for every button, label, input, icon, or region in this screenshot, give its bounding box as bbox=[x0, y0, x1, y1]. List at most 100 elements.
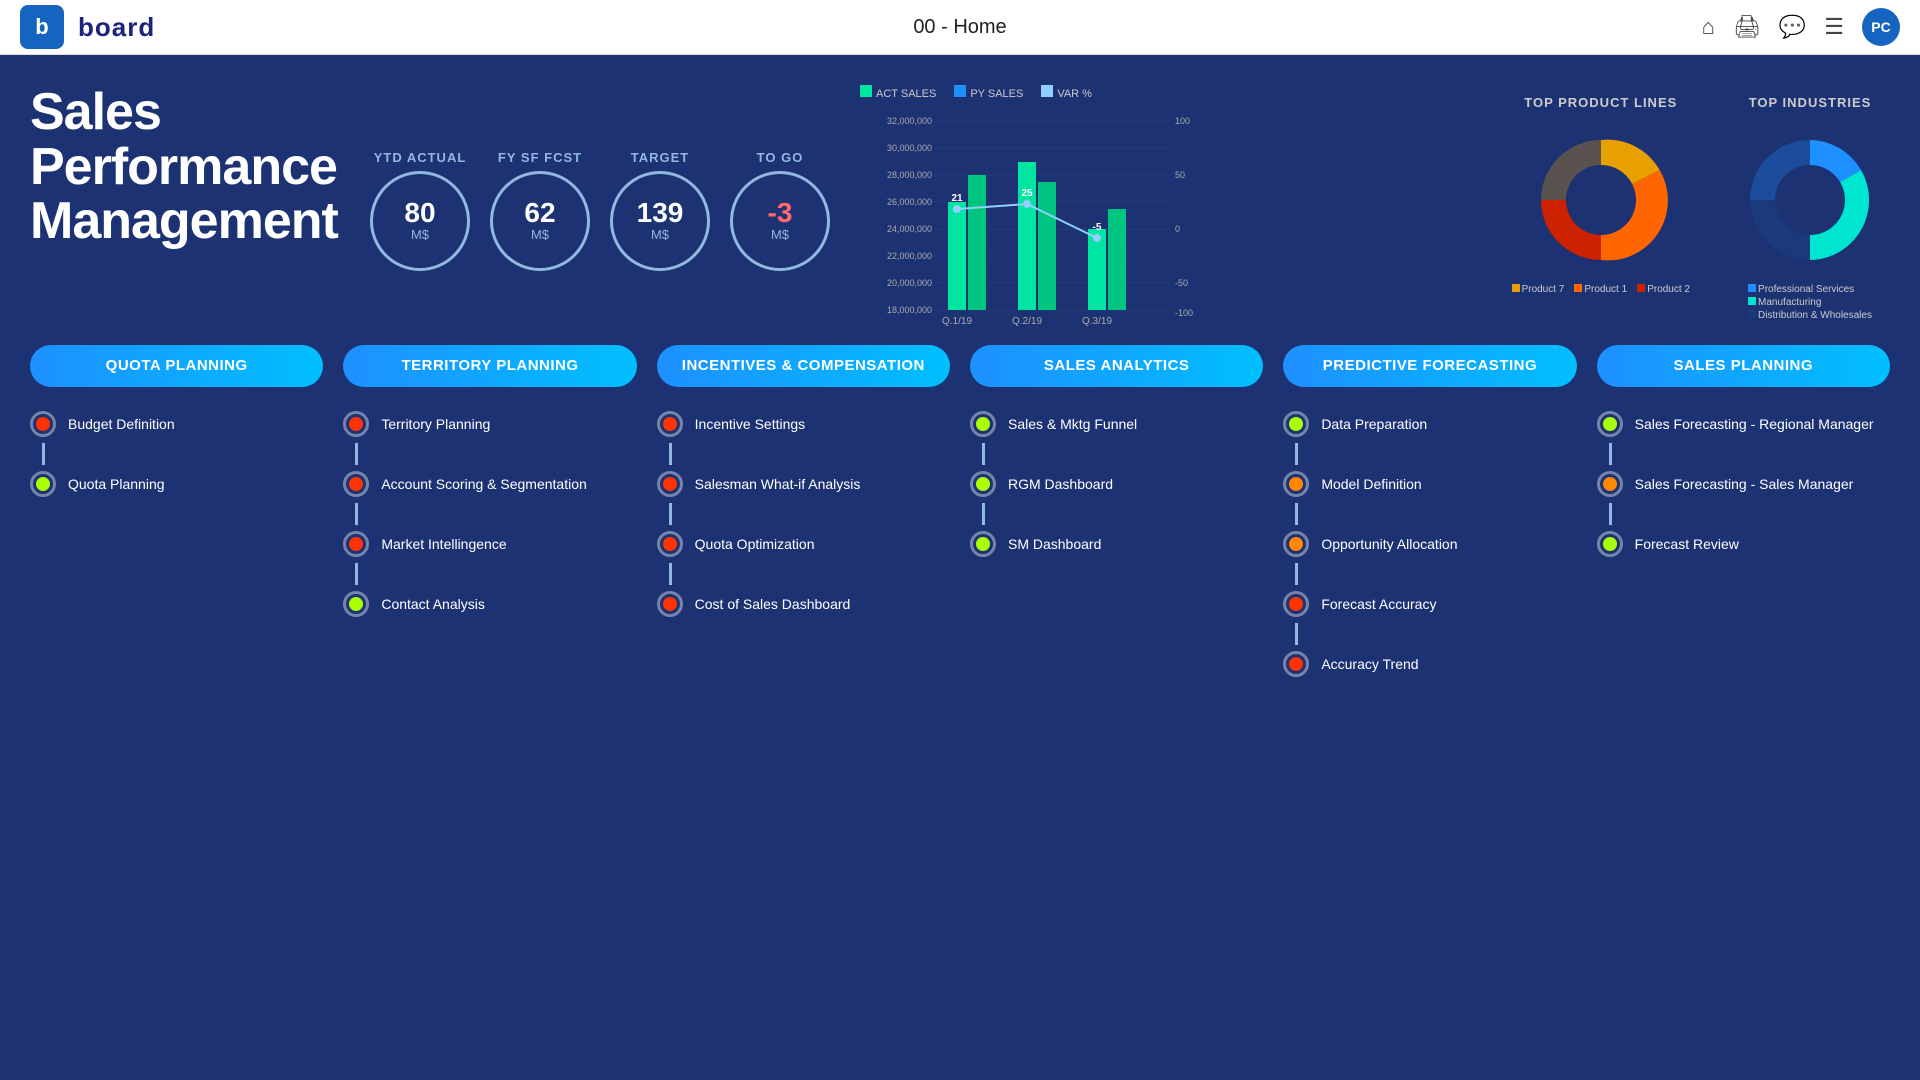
kpi-val-1: 62 bbox=[524, 199, 555, 227]
cat-item-1-2[interactable]: Market Intellingence bbox=[343, 525, 636, 563]
connector-1-2 bbox=[355, 503, 358, 525]
cat-dot-1-3 bbox=[343, 591, 369, 617]
categories: QUOTA PLANNING Budget Definition Quota Pla… bbox=[0, 345, 1920, 1080]
cat-dot-3-1 bbox=[970, 471, 996, 497]
cat-item-1-1[interactable]: Account Scoring & Segmentation bbox=[343, 465, 636, 503]
cat-item-5-2[interactable]: Forecast Review bbox=[1597, 525, 1890, 563]
category-col-1: TERRITORY PLANNING Territory Planning Acco… bbox=[333, 345, 646, 1080]
print-icon[interactable]: 🖨 bbox=[1733, 14, 1761, 40]
industries-title: TOP INDUSTRIES bbox=[1749, 95, 1872, 110]
connector-4-1 bbox=[1295, 443, 1298, 465]
cat-item-0-0[interactable]: Budget Definition bbox=[30, 405, 323, 443]
kpi-unit-1: M$ bbox=[531, 227, 549, 242]
category-items-1: Territory Planning Account Scoring & Segm… bbox=[343, 405, 636, 623]
main-content: Sales Performance Management YTD ACTUAL8… bbox=[0, 55, 1920, 1080]
connector-0-1 bbox=[42, 443, 45, 465]
menu-icon[interactable]: ☰ bbox=[1824, 14, 1844, 40]
legend-var: VAR % bbox=[1041, 85, 1092, 100]
category-items-2: Incentive Settings Salesman What-if Analy… bbox=[657, 405, 950, 623]
avatar[interactable]: PC bbox=[1862, 8, 1900, 46]
svg-text:25: 25 bbox=[1021, 188, 1033, 199]
svg-text:-5: -5 bbox=[1093, 222, 1102, 233]
cat-dot-4-1 bbox=[1283, 471, 1309, 497]
svg-text:22,000,000: 22,000,000 bbox=[887, 251, 932, 261]
kpi-val-2: 139 bbox=[637, 199, 684, 227]
chat-icon[interactable]: 💬 bbox=[1779, 14, 1806, 40]
cat-item-5-0[interactable]: Sales Forecasting - Regional Manager bbox=[1597, 405, 1890, 443]
kpi-1: FY SF FCST62M$ bbox=[490, 150, 590, 271]
svg-text:100: 100 bbox=[1175, 116, 1190, 126]
legend-act: ACT SALES bbox=[860, 85, 936, 100]
page-title: 00 - Home bbox=[913, 16, 1006, 39]
cat-label-2-3: Cost of Sales Dashboard bbox=[695, 596, 851, 612]
connector-5-1 bbox=[1609, 443, 1612, 465]
connector-1-1 bbox=[355, 443, 358, 465]
svg-text:30,000,000: 30,000,000 bbox=[887, 143, 932, 153]
kpi-label-2: TARGET bbox=[631, 150, 689, 165]
cat-dot-0-0 bbox=[30, 411, 56, 437]
cat-dot-4-2 bbox=[1283, 531, 1309, 557]
cat-item-3-1[interactable]: RGM Dashboard bbox=[970, 465, 1263, 503]
cat-label-4-2: Opportunity Allocation bbox=[1321, 536, 1457, 552]
svg-text:32,000,000: 32,000,000 bbox=[887, 116, 932, 126]
category-header-0[interactable]: QUOTA PLANNING bbox=[30, 345, 323, 387]
category-items-5: Sales Forecasting - Regional Manager Sale… bbox=[1597, 405, 1890, 563]
cat-dot-1-1 bbox=[343, 471, 369, 497]
main-title: Sales Performance Management bbox=[30, 85, 340, 335]
cat-item-4-2[interactable]: Opportunity Allocation bbox=[1283, 525, 1576, 563]
cat-dot-1-2 bbox=[343, 531, 369, 557]
category-header-5[interactable]: SALES PLANNING bbox=[1597, 345, 1890, 387]
cat-item-4-4[interactable]: Accuracy Trend bbox=[1283, 645, 1576, 683]
top-section: Sales Performance Management YTD ACTUAL8… bbox=[0, 55, 1920, 345]
donut-block: TOP PRODUCT LINES bbox=[1512, 85, 1890, 335]
svg-text:18,000,000: 18,000,000 bbox=[887, 305, 932, 315]
cat-label-5-2: Forecast Review bbox=[1635, 536, 1739, 552]
cat-item-2-1[interactable]: Salesman What-if Analysis bbox=[657, 465, 950, 503]
bar-chart: 32,000,000 30,000,000 28,000,000 26,000,… bbox=[860, 106, 1180, 326]
cat-item-2-2[interactable]: Quota Optimization bbox=[657, 525, 950, 563]
cat-item-2-3[interactable]: Cost of Sales Dashboard bbox=[657, 585, 950, 623]
product-lines-section: TOP PRODUCT LINES bbox=[1512, 95, 1690, 295]
connector-3-1 bbox=[982, 443, 985, 465]
cat-item-0-1[interactable]: Quota Planning bbox=[30, 465, 323, 503]
category-col-3: SALES ANALYTICS Sales & Mktg Funnel RGM Da… bbox=[960, 345, 1273, 1080]
cat-label-2-1: Salesman What-if Analysis bbox=[695, 476, 861, 492]
category-header-2[interactable]: INCENTIVES & COMPENSATION bbox=[657, 345, 950, 387]
cat-item-3-0[interactable]: Sales & Mktg Funnel bbox=[970, 405, 1263, 443]
kpi-circle-2: 139M$ bbox=[610, 171, 710, 271]
cat-label-3-0: Sales & Mktg Funnel bbox=[1008, 416, 1137, 432]
donut-hole2 bbox=[1775, 165, 1845, 235]
kpi-unit-3: M$ bbox=[771, 227, 789, 242]
cat-label-4-4: Accuracy Trend bbox=[1321, 656, 1418, 672]
cat-item-4-0[interactable]: Data Preparation bbox=[1283, 405, 1576, 443]
cat-item-1-3[interactable]: Contact Analysis bbox=[343, 585, 636, 623]
q2-act-bar bbox=[1018, 162, 1036, 310]
connector-2-3 bbox=[669, 563, 672, 585]
kpi-circle-0: 80M$ bbox=[370, 171, 470, 271]
q2-py-bar bbox=[1038, 182, 1056, 310]
cat-item-2-0[interactable]: Incentive Settings bbox=[657, 405, 950, 443]
cat-item-3-2[interactable]: SM Dashboard bbox=[970, 525, 1263, 563]
home-icon[interactable]: ⌂ bbox=[1702, 14, 1715, 40]
cat-dot-0-1 bbox=[30, 471, 56, 497]
cat-dot-2-3 bbox=[657, 591, 683, 617]
cat-label-4-1: Model Definition bbox=[1321, 476, 1421, 492]
kpi-label-3: TO GO bbox=[757, 150, 804, 165]
cat-item-5-1[interactable]: Sales Forecasting - Sales Manager bbox=[1597, 465, 1890, 503]
svg-text:Q.2/19: Q.2/19 bbox=[1012, 316, 1042, 327]
category-header-1[interactable]: TERRITORY PLANNING bbox=[343, 345, 636, 387]
cat-dot-5-0 bbox=[1597, 411, 1623, 437]
category-header-4[interactable]: PREDICTIVE FORECASTING bbox=[1283, 345, 1576, 387]
cat-item-4-3[interactable]: Forecast Accuracy bbox=[1283, 585, 1576, 623]
category-col-0: QUOTA PLANNING Budget Definition Quota Pla… bbox=[20, 345, 333, 1080]
kpi-block: YTD ACTUAL80M$FY SF FCST62M$TARGET139M$T… bbox=[370, 85, 830, 335]
cat-item-1-0[interactable]: Territory Planning bbox=[343, 405, 636, 443]
logo-b-icon: b bbox=[20, 5, 64, 49]
cat-item-4-1[interactable]: Model Definition bbox=[1283, 465, 1576, 503]
kpi-val-0: 80 bbox=[404, 199, 435, 227]
category-header-3[interactable]: SALES ANALYTICS bbox=[970, 345, 1263, 387]
svg-text:Q.1/19: Q.1/19 bbox=[942, 316, 972, 327]
cat-label-1-3: Contact Analysis bbox=[381, 596, 485, 612]
category-col-4: PREDICTIVE FORECASTING Data Preparation Mo… bbox=[1273, 345, 1586, 1080]
donut-hole bbox=[1566, 165, 1636, 235]
